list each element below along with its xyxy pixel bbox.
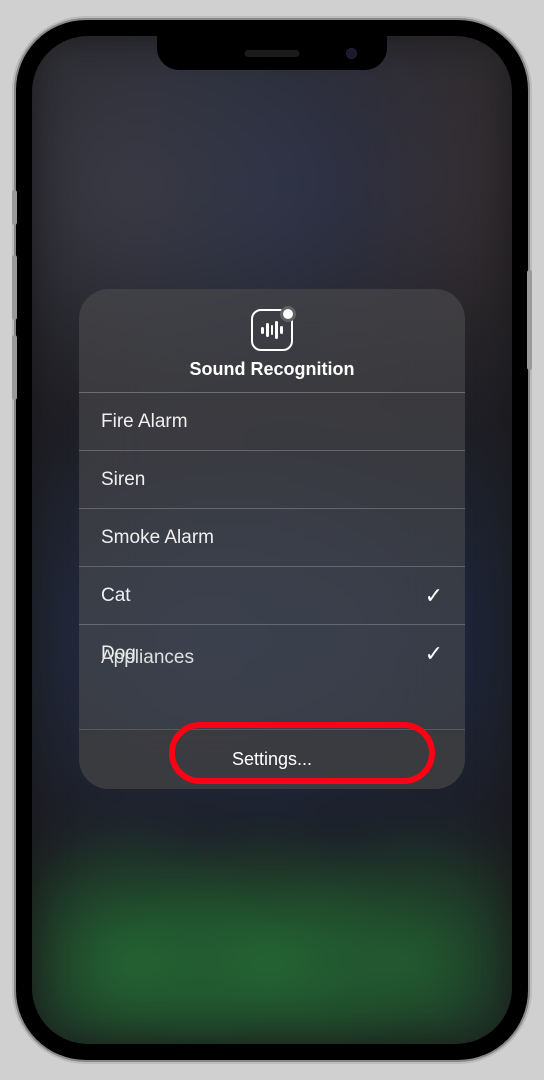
- platter-header: Sound Recognition: [79, 289, 465, 392]
- notch: [157, 36, 387, 70]
- camera-dot: [346, 48, 357, 59]
- sound-item-label: Cat: [101, 585, 131, 607]
- sound-item-fire-alarm[interactable]: Fire Alarm: [79, 393, 465, 451]
- phone-frame: Sound Recognition Fire Alarm Siren Smoke…: [16, 20, 528, 1060]
- silent-switch: [12, 190, 17, 225]
- speaker-grill: [245, 50, 300, 57]
- power-button: [527, 270, 532, 370]
- sound-item-appliances[interactable]: Appliances: [101, 647, 194, 669]
- notification-dot-icon: [280, 306, 296, 322]
- sound-item-cat[interactable]: Cat ✓: [79, 567, 465, 625]
- sound-item-label: Smoke Alarm: [101, 527, 214, 549]
- sound-recognition-platter: Sound Recognition Fire Alarm Siren Smoke…: [79, 289, 465, 789]
- sound-item-smoke-alarm[interactable]: Smoke Alarm: [79, 509, 465, 567]
- settings-button-label: Settings...: [232, 749, 312, 770]
- settings-button[interactable]: Settings...: [79, 729, 465, 789]
- waveform-icon: [261, 321, 282, 339]
- checkmark-icon: ✓: [425, 583, 443, 609]
- screen: Sound Recognition Fire Alarm Siren Smoke…: [32, 36, 512, 1044]
- sound-item-label: Fire Alarm: [101, 411, 188, 433]
- volume-up-button: [12, 255, 17, 320]
- sound-item-label: Siren: [101, 469, 145, 491]
- sound-item-siren[interactable]: Siren: [79, 451, 465, 509]
- volume-down-button: [12, 335, 17, 400]
- sound-list[interactable]: Fire Alarm Siren Smoke Alarm Cat ✓ Dog ✓: [79, 392, 465, 729]
- sound-recognition-icon: [251, 309, 293, 351]
- platter-title: Sound Recognition: [190, 359, 355, 380]
- checkmark-icon: ✓: [425, 641, 443, 667]
